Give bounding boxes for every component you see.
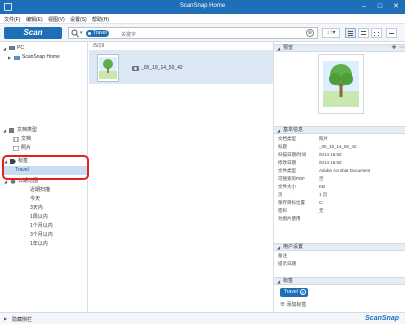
collapse-arrow-icon[interactable]: ◢	[3, 126, 6, 135]
menu-file[interactable]: 文件(F)	[4, 16, 20, 23]
tree-date-item[interactable]: 3天内	[0, 204, 88, 213]
collapse-sidebar-icon[interactable]: ▶	[4, 316, 7, 321]
collapse-arrow-icon[interactable]: ◢	[277, 278, 280, 285]
property-row: 文件类型 Adobe Acrobat Document	[278, 168, 371, 173]
list-view-button[interactable]	[345, 28, 356, 38]
document-type-icon	[9, 128, 14, 133]
property-row: 文档类型 照片	[278, 136, 328, 141]
brand-logo: ScanSnap	[365, 315, 399, 322]
sort-button[interactable]: ↓↑▾	[322, 28, 340, 38]
tag-section-header[interactable]: ◢ 标签	[274, 277, 405, 285]
item-title: _05_19_14_50_42	[141, 65, 183, 71]
user-settings-section-header[interactable]: ◢ 用户设置	[274, 243, 405, 251]
property-row: 修改日期/5/14 16:50	[278, 160, 342, 165]
tree-photo-preview	[323, 61, 359, 107]
folder-icon	[14, 56, 20, 60]
tree-photo[interactable]: 照片	[0, 144, 88, 153]
tree-pc[interactable]: ◢ PC	[0, 44, 88, 53]
property-row: 为图片使用	[278, 216, 301, 221]
info-section-header[interactable]: ◢ 基本信息	[274, 126, 405, 134]
property-row: 文件大小 KB	[278, 184, 326, 189]
list-item[interactable]: _05_19_14_50_42	[89, 51, 273, 84]
photo-type-icon	[132, 66, 139, 71]
menu-edit[interactable]: 编辑(E)	[26, 16, 43, 23]
tag-icon	[88, 32, 91, 35]
menu-settings[interactable]: 设置(S)	[70, 16, 87, 23]
property-row: 标题 _05_19_14_50_42	[278, 144, 357, 149]
content-list: /5/19 _05_19_14_50_42	[89, 42, 273, 312]
tree-date-item[interactable]: 近期扫描	[0, 186, 88, 195]
tree-photo-thumbnail	[99, 57, 117, 79]
tag-chip-travel[interactable]: Travel ✕	[280, 288, 308, 297]
clear-search-icon[interactable]: ⊗	[306, 29, 314, 37]
add-tag-button[interactable]: ⊕ 添加标签	[280, 301, 306, 308]
hide-sidebar-label[interactable]: 隐藏侧栏	[12, 316, 32, 323]
close-button[interactable]: ✕	[389, 1, 403, 13]
date-group-header: /5/19	[89, 42, 273, 51]
preview-image	[318, 54, 364, 114]
menu-bar: 文件(F) 编辑(E) 视图(V) 设置(S) 帮助(H)	[0, 14, 405, 24]
maximize-button[interactable]: □	[373, 1, 387, 13]
thumbnail[interactable]	[97, 54, 119, 82]
status-bar: ▶ 隐藏侧栏 ScanSnap	[0, 312, 405, 324]
tree-date-item[interactable]: 1年以内	[0, 240, 88, 249]
search-filter-dropdown[interactable]: ▾	[80, 30, 83, 36]
collapse-arrow-icon[interactable]: ◢	[277, 45, 280, 52]
more-options-button[interactable]	[386, 28, 397, 38]
tree-content-type[interactable]: ◢ 文档类型	[0, 126, 88, 135]
tree-date-item[interactable]: 今天	[0, 195, 88, 204]
remove-tag-icon[interactable]: ✕	[299, 289, 306, 295]
property-row: 密码无	[278, 208, 324, 213]
expand-arrow-icon[interactable]: ▶	[8, 53, 11, 62]
tree-date-item[interactable]: 1周以内	[0, 213, 88, 222]
property-row: 保存目标位置 C:	[278, 200, 324, 205]
title-bar: ScanSnap Home – □ ✕	[0, 0, 405, 14]
scan-button[interactable]: Scan	[4, 27, 62, 39]
photo-icon	[13, 146, 19, 151]
property-row[interactable]: 备注	[274, 252, 405, 259]
collapse-arrow-icon[interactable]: ◢	[277, 244, 280, 251]
panel-menu-icon[interactable]: ⋯	[398, 44, 405, 52]
preview-section-header[interactable]: ◢ 预览	[274, 44, 405, 52]
detail-view-button[interactable]	[358, 28, 369, 38]
search-box[interactable]: ▾ Travel 关键字 ⊗	[68, 27, 318, 39]
menu-view[interactable]: 视图(V)	[48, 16, 65, 23]
property-row: 页1 页	[278, 192, 328, 197]
thumbnail-view-button[interactable]	[371, 28, 382, 38]
property-row: 可搜索的PDF 否	[278, 176, 324, 181]
collapse-arrow-icon[interactable]: ◢	[277, 127, 280, 134]
tags-highlight-callout	[2, 155, 89, 180]
property-row: 扫描日期/时间/5/14 16:50	[278, 152, 342, 157]
tree-scansnap-home[interactable]: ▶ ScanSnap Home	[0, 53, 88, 62]
details-panel: ◢ 预览 ✚ ⋯ ◢ 基本信息 文档类型 照片 标题 _05_19_14_50_42…	[273, 42, 405, 312]
pc-icon	[9, 46, 15, 50]
document-icon	[13, 137, 19, 142]
collapse-arrow-icon[interactable]: ◢	[3, 44, 6, 53]
window-title: ScanSnap Home	[179, 3, 226, 9]
zoom-icon[interactable]: ✚	[390, 44, 398, 52]
tree-date-item[interactable]: 1个月以内	[0, 222, 88, 231]
search-tag-label: Travel	[93, 30, 107, 36]
search-icon[interactable]	[71, 29, 79, 38]
search-input[interactable]: 关键字	[121, 31, 136, 38]
property-row[interactable]: 提示日期	[274, 260, 405, 267]
toolbar: Scan ▾ Travel 关键字 ⊗ ↓↑▾	[0, 24, 405, 42]
minimize-button[interactable]: –	[357, 1, 371, 13]
menu-help[interactable]: 帮助(H)	[92, 16, 109, 23]
tree-document[interactable]: 文档	[0, 135, 88, 144]
tree-date-item[interactable]: 3个月以内	[0, 231, 88, 240]
search-tag-chip[interactable]: Travel	[86, 30, 109, 37]
